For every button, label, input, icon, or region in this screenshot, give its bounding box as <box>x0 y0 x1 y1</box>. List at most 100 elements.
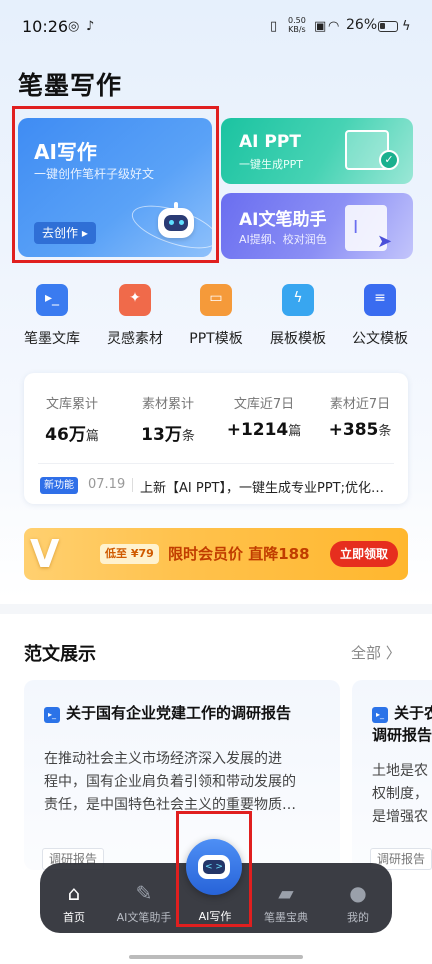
ai-writing-subtitle: 一键创作笔杆子级好文 <box>34 167 155 181</box>
claim-now-button[interactable]: 立即领取 <box>330 541 399 567</box>
stat-label: 素材近7日 <box>329 397 391 412</box>
stat-material-total[interactable]: 素材累计 13万条 <box>120 393 216 445</box>
view-all-link[interactable]: 全部 〉 <box>351 642 401 663</box>
example-title: 关于国有企业党建工作的调研报告 <box>66 704 292 722</box>
battery-percent: 26% <box>346 17 378 33</box>
example-title-line: 调研报告 <box>372 726 432 744</box>
board-template-icon: ϟ <box>282 284 314 316</box>
promo-headline: 限时会员价 直降188 <box>168 545 310 563</box>
charging-icon: ϟ <box>402 19 411 34</box>
section-title: 范文展示 <box>24 644 96 665</box>
ai-writing-title: AI写作 <box>34 140 97 164</box>
excerpt-line: 在推动社会主义市场经济深入发展的进 <box>44 751 282 767</box>
tool-ppt-template[interactable]: ▭ PPT模板 <box>174 284 258 348</box>
stat-label: 素材累计 <box>141 397 194 412</box>
check-icon: ✓ <box>379 150 399 170</box>
tab-label: AI文笔助手 <box>116 911 172 924</box>
excerpt-line: 土地是农 <box>372 763 428 779</box>
cursor-icon: ➤ <box>377 231 393 252</box>
document-icon: ▸_ <box>44 707 60 723</box>
example-excerpt: 在推动社会主义市场经济深入发展的进 程中，国有企业肩负着引领和带动发展的 责任，… <box>44 748 296 817</box>
stat-library-total[interactable]: 文库累计 46万篇 <box>24 393 120 445</box>
ai-assistant-card[interactable]: AI文笔助手 AI提纲、校对润色 I ➤ <box>221 193 413 259</box>
example-card[interactable]: ▸_ 关于国有企业党建工作的调研报告 在推动社会主义市场经济深入发展的进 程中，… <box>24 680 340 870</box>
tool-board-template[interactable]: ϟ 展板模板 <box>256 284 340 348</box>
official-doc-icon: ≡ <box>364 284 396 316</box>
tools-row: ▸_ 笔墨文库 ✦ 灵感素材 ▭ PPT模板 ϟ 展板模板 ≡ 公文模板 <box>0 284 432 354</box>
tool-label: 笔墨文库 <box>24 331 80 347</box>
document-icon: ▸_ <box>372 707 388 723</box>
section-divider <box>0 604 432 614</box>
divider <box>38 463 394 464</box>
stat-value: 13万 <box>141 425 182 445</box>
vibrate-icon: ▯ <box>270 19 278 34</box>
ai-assistant-subtitle: AI提纲、校对润色 <box>239 233 327 246</box>
stat-label: 文库累计 <box>45 397 98 412</box>
tool-label: 展板模板 <box>270 331 326 347</box>
tiktok-icon: ♪ <box>86 19 95 34</box>
stat-unit: 篇 <box>85 429 99 444</box>
ai-writing-card[interactable]: AI写作 一键创作笔杆子级好文 去创作 ▸ <box>18 118 212 257</box>
new-feature-badge: 新功能 <box>40 477 78 494</box>
ai-ppt-card[interactable]: AI PPT 一键生成PPT ✓ <box>221 118 413 184</box>
stat-material-week[interactable]: 素材近7日 +385条 <box>312 393 408 440</box>
sync-icon: ◎ <box>68 19 80 34</box>
promo-price: 低至 ¥79 <box>100 544 159 564</box>
excerpt-line: 程中，国有企业肩负着引领和带动发展的 <box>44 774 296 790</box>
tool-label: 公文模板 <box>352 331 408 347</box>
excerpt-line: 是增强农 <box>372 809 428 825</box>
tool-official-doc[interactable]: ≡ 公文模板 <box>338 284 422 348</box>
stat-label: 文库近7日 <box>233 397 295 412</box>
network-speed-value: 0.50 <box>288 16 306 25</box>
tool-label: PPT模板 <box>189 331 243 347</box>
ai-ppt-title: AI PPT <box>239 132 301 152</box>
app-title: 笔墨写作 <box>18 71 123 100</box>
divider <box>132 478 133 492</box>
stat-value: +1214 <box>226 420 289 440</box>
tab-treasury[interactable]: ▰ 笔墨宝典 <box>254 879 318 925</box>
example-card[interactable]: ▸_ 关于农 调研报告 土地是农 权制度， 是增强农 调研报告 <box>352 680 432 870</box>
excerpt-line: 权制度， <box>372 786 428 802</box>
stat-value: +385 <box>328 420 379 440</box>
stat-unit: 条 <box>181 429 195 444</box>
start-creating-button[interactable]: 去创作 ▸ <box>34 222 96 244</box>
ai-ppt-subtitle: 一键生成PPT <box>239 158 303 171</box>
ppt-template-icon: ▭ <box>200 284 232 316</box>
tab-ai-assistant[interactable]: ✎ AI文笔助手 <box>112 879 176 925</box>
excerpt-line: 责任，是中国特色社会主义的重要物质… <box>44 797 296 813</box>
robot-face: < > <box>203 860 225 874</box>
folder-icon: ▰ <box>278 881 294 905</box>
tool-library[interactable]: ▸_ 笔墨文库 <box>10 284 94 348</box>
sim-icon: ▣ <box>314 19 327 34</box>
vip-crown-icon: V <box>30 532 60 576</box>
tool-label: 灵感素材 <box>107 331 163 347</box>
tab-label: AI写作 <box>198 910 232 923</box>
battery-icon <box>378 21 398 32</box>
home-indicator[interactable] <box>129 955 303 959</box>
stat-unit: 篇 <box>288 424 302 439</box>
wifi-icon: ◠ <box>328 19 340 34</box>
example-title-line: 关于农 <box>394 704 432 722</box>
ai-assistant-title: AI文笔助手 <box>239 210 327 230</box>
tab-label: 首页 <box>63 911 85 924</box>
tool-inspiration[interactable]: ✦ 灵感素材 <box>93 284 177 348</box>
tab-label: 我的 <box>347 911 369 924</box>
news-ticker[interactable]: 上新【AI PPT】，一键生成专业PPT;优化部分功能 <box>140 477 396 496</box>
status-bar: 10:26 ◎ ♪ ▯ 0.50 KB/s ▣ ◠ 26% ϟ <box>0 0 432 50</box>
user-icon: ● <box>349 881 367 905</box>
news-date: 07.19 <box>88 477 126 492</box>
example-title: 关于农 调研报告 <box>372 702 432 746</box>
inspiration-icon: ✦ <box>119 284 151 316</box>
tab-ai-writing[interactable]: < > <box>186 839 242 895</box>
tab-label: 笔墨宝典 <box>264 911 308 924</box>
example-excerpt: 土地是农 权制度， 是增强农 <box>372 760 428 829</box>
network-speed-unit: KB/s <box>288 25 306 34</box>
membership-promo-banner[interactable]: V 低至 ¥79 限时会员价 直降188 立即领取 <box>24 528 408 580</box>
stat-value: 46万 <box>45 425 86 445</box>
library-icon: ▸_ <box>36 284 68 316</box>
robot-icon <box>152 202 200 248</box>
brush-icon: ✎ <box>135 881 153 905</box>
stat-library-week[interactable]: 文库近7日 +1214篇 <box>216 393 312 440</box>
tab-home[interactable]: ⌂ 首页 <box>42 879 106 925</box>
tab-profile[interactable]: ● 我的 <box>326 879 390 925</box>
